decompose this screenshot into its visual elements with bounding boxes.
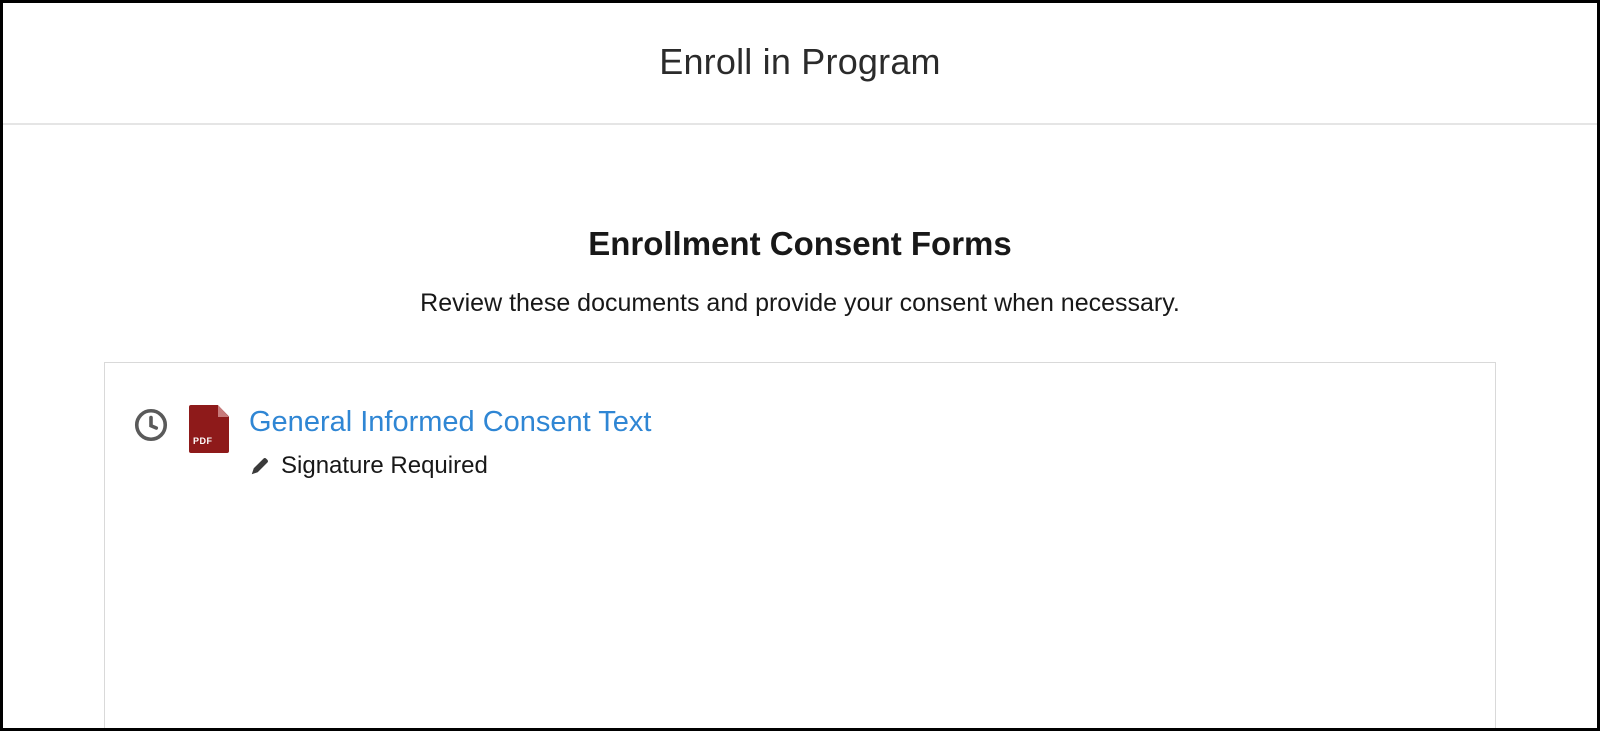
pdf-badge-label: PDF — [193, 436, 213, 446]
documents-card: PDF General Informed Consent Text Signat… — [104, 362, 1496, 728]
main-content: Enrollment Consent Forms Review these do… — [3, 125, 1597, 728]
section-title: Enrollment Consent Forms — [588, 225, 1012, 263]
pdf-file-icon: PDF — [189, 405, 229, 453]
document-title-link[interactable]: General Informed Consent Text — [249, 405, 651, 440]
document-status-label: Signature Required — [281, 452, 488, 480]
page-header: Enroll in Program — [3, 3, 1597, 125]
document-row: PDF General Informed Consent Text Signat… — [133, 405, 1467, 480]
pen-icon — [249, 455, 271, 477]
page-title: Enroll in Program — [3, 41, 1597, 83]
document-status-row: Signature Required — [249, 452, 651, 480]
document-text-block: General Informed Consent Text Signature … — [249, 405, 651, 480]
clock-icon — [133, 407, 169, 443]
app-frame: Enroll in Program Enrollment Consent For… — [0, 0, 1600, 731]
section-subtitle: Review these documents and provide your … — [420, 289, 1180, 318]
